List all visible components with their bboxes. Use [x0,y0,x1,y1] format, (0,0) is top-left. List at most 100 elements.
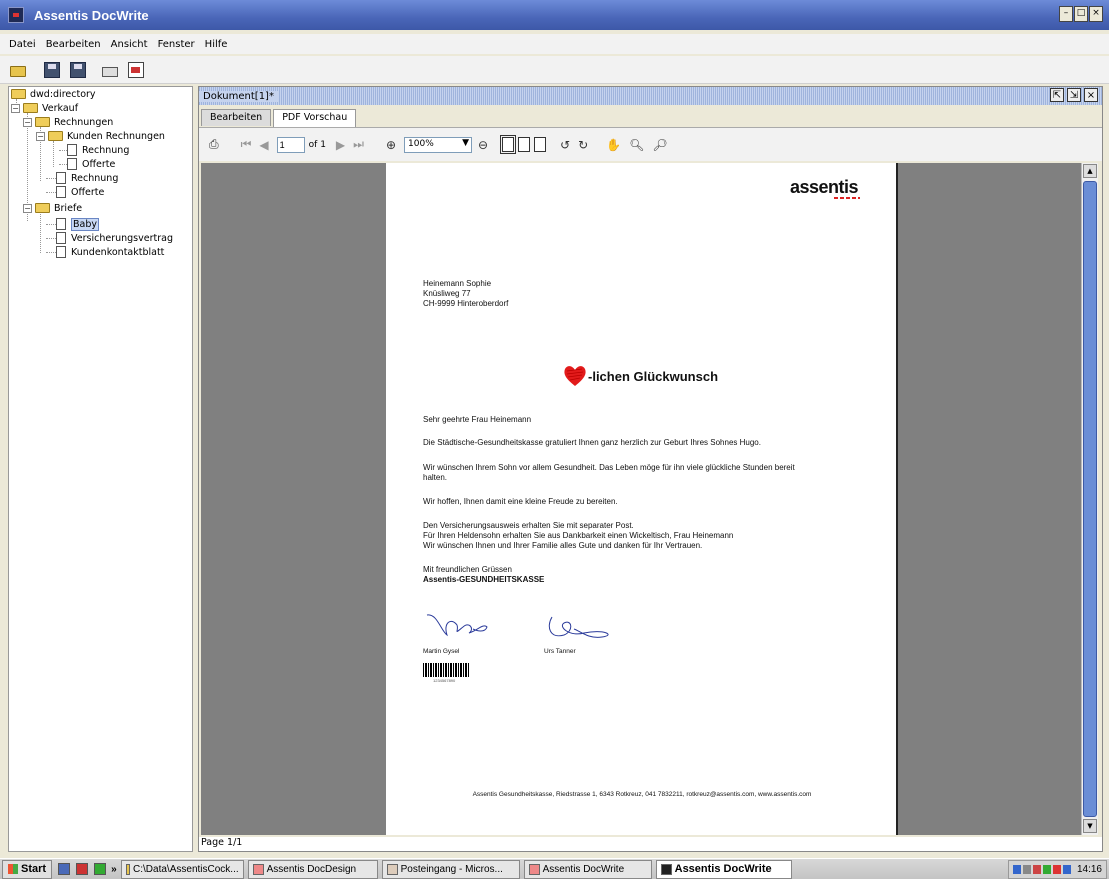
maximize-button[interactable]: □ [1074,6,1088,22]
save-all-icon[interactable] [70,61,86,78]
paragraph-2: Wir wünschen Ihrem Sohn vor allem Gesund… [423,463,795,472]
pdf-document-icon[interactable] [128,61,144,78]
task-docwrite-2[interactable]: Assentis DocWrite [655,859,792,879]
rotate-left-icon[interactable]: ↺ [560,138,570,152]
tree-node-rechnung[interactable]: Rechnung [56,171,118,185]
document-icon [56,246,66,258]
scroll-down-icon[interactable]: ▼ [1083,819,1097,833]
tree-node-kundenkontaktblatt[interactable]: Kundenkontaktblatt [56,245,164,259]
menu-ansicht[interactable]: Ansicht [106,39,153,50]
paragraph-1: Die Städtische-Gesundheitskasse gratulie… [423,438,761,447]
app-icon [660,863,672,875]
zoom-in-icon[interactable]: 🔍︎ [629,138,644,152]
page-count-label: of 1 [308,139,326,150]
clock: 14:16 [1076,864,1102,875]
closing: Mit freundlichen Grüssen [423,565,512,574]
window-controls: – □ × [1058,6,1103,22]
page-number-input[interactable] [276,136,305,153]
folder-open-icon [11,89,26,99]
folder-open-icon [35,203,50,213]
task-docdesign[interactable]: Assentis DocDesign [247,859,378,879]
print-icon[interactable] [102,66,118,77]
minimize-button[interactable]: – [1059,6,1073,22]
document-tabs: Bearbeiten PDF Vorschau [201,109,358,127]
next-page-icon[interactable]: ▶ [336,138,345,152]
tray-icon[interactable] [1042,865,1051,874]
tray-icon[interactable] [1062,865,1071,874]
zoom-out-circle-icon[interactable]: ⊖ [478,138,488,152]
quicklaunch-app-icon[interactable] [76,863,89,875]
signature-gysel [426,614,488,637]
menu-datei[interactable]: Datei [4,39,41,50]
tray-icon[interactable] [1032,865,1041,874]
collapse-icon[interactable]: − [23,203,32,213]
tree-node-root[interactable]: dwd:directory [11,87,96,101]
signature-tanner [548,616,609,638]
menu-fenster[interactable]: Fenster [153,39,200,50]
tree-node-briefe[interactable]: − Briefe [23,201,82,215]
scroll-up-icon[interactable]: ▲ [1083,164,1097,178]
tab-bearbeiten[interactable]: Bearbeiten [201,109,272,126]
app-icon [252,863,264,875]
scroll-thumb[interactable] [1083,181,1097,817]
tree-node-baby[interactable]: Baby [56,217,99,231]
vertical-scrollbar[interactable]: ▲ ▼ [1081,163,1098,835]
zoom-select[interactable]: 100% ▼ [404,136,473,153]
tree-node-rechnungen[interactable]: − Rechnungen [23,115,113,129]
tree-node-verkauf[interactable]: − Verkauf [11,101,78,115]
start-button[interactable]: Start [2,859,53,879]
previous-page-icon[interactable]: ◀ [259,138,268,152]
assentis-logo: assentis [789,177,859,197]
collapse-icon[interactable]: − [23,117,32,127]
document-header: Dokument[1]* ⇱ ⇲ × [199,87,1102,105]
rotate-right-icon[interactable]: ↻ [578,138,588,152]
quicklaunch-outlook-icon[interactable] [58,863,71,875]
tree-node-versicherungsvertrag[interactable]: Versicherungsvertrag [56,231,173,245]
heart-icon [564,366,586,386]
float-icon[interactable]: ⇲ [1067,88,1081,102]
close-button[interactable]: × [1089,6,1103,22]
menu-bar: Datei Bearbeiten Ansicht Fenster Hilfe [0,34,1109,54]
page-status: Page 1/1 [199,837,1102,851]
tray-icon[interactable] [1022,865,1031,874]
tree-node-offerte[interactable]: Offerte [56,185,104,199]
fit-page-icon[interactable] [518,137,531,152]
fit-width-icon[interactable] [534,137,547,152]
task-docwrite-1[interactable]: Assentis DocWrite [523,859,652,879]
tray-icon[interactable] [1012,865,1021,874]
tree-node-kunden-rechnungen[interactable]: − Kunden Rechnungen [36,129,165,143]
collapse-icon[interactable]: − [36,131,45,141]
recipient-name: Heinemann Sophie [423,279,492,288]
save-icon[interactable] [44,61,60,78]
zoom-in-circle-icon[interactable]: ⊕ [386,138,396,152]
tab-pdf-vorschau[interactable]: PDF Vorschau [273,109,357,127]
quicklaunch-excel-icon[interactable] [94,863,107,875]
folder-open-icon [48,131,63,141]
directory-tree: dwd:directory − Verkauf − Rechnungen − K… [8,86,193,852]
pan-hand-icon[interactable]: ✋ [606,138,621,152]
document-window: Dokument[1]* ⇱ ⇲ × Bearbeiten PDF Vorsch… [198,86,1103,852]
collapse-icon[interactable]: − [11,103,20,113]
paragraph-4: Den Versicherungsausweis erhalten Sie mi… [423,521,634,530]
task-outlook[interactable]: Posteingang - Micros... [381,859,520,879]
zoom-out-icon[interactable]: 🔎︎ [652,138,667,152]
menu-hilfe[interactable]: Hilfe [200,39,233,50]
menu-bearbeiten[interactable]: Bearbeiten [41,39,106,50]
pdf-page: assentis Heinemann Sophie Knüsliweg 77 C… [386,163,898,835]
task-explorer[interactable]: C:\Data\AssentisCock... [120,859,244,879]
tray-icon[interactable] [1052,865,1061,874]
actual-size-icon[interactable] [500,135,517,154]
pdf-canvas: assentis Heinemann Sophie Knüsliweg 77 C… [201,163,1081,835]
letter-footer: Assentis Gesundheitskasse, Riedstrasse 1… [472,791,812,798]
tree-node-kr-rechnung[interactable]: Rechnung [67,143,129,157]
quicklaunch-overflow[interactable]: » [111,864,117,875]
chevron-down-icon: ▼ [462,137,470,148]
tree-node-kr-offerte[interactable]: Offerte [67,157,115,171]
undock-icon[interactable]: ⇱ [1050,88,1064,102]
close-document-icon[interactable]: × [1084,88,1098,102]
last-page-icon[interactable]: ⏭ [353,137,364,152]
paragraph-4-line2: Für Ihren Heldensohn erhalten Sie aus Da… [423,531,734,540]
first-page-icon[interactable]: ⏮ [241,137,252,152]
open-folder-icon[interactable] [10,65,26,77]
print-icon[interactable]: ⎙ [209,137,219,152]
